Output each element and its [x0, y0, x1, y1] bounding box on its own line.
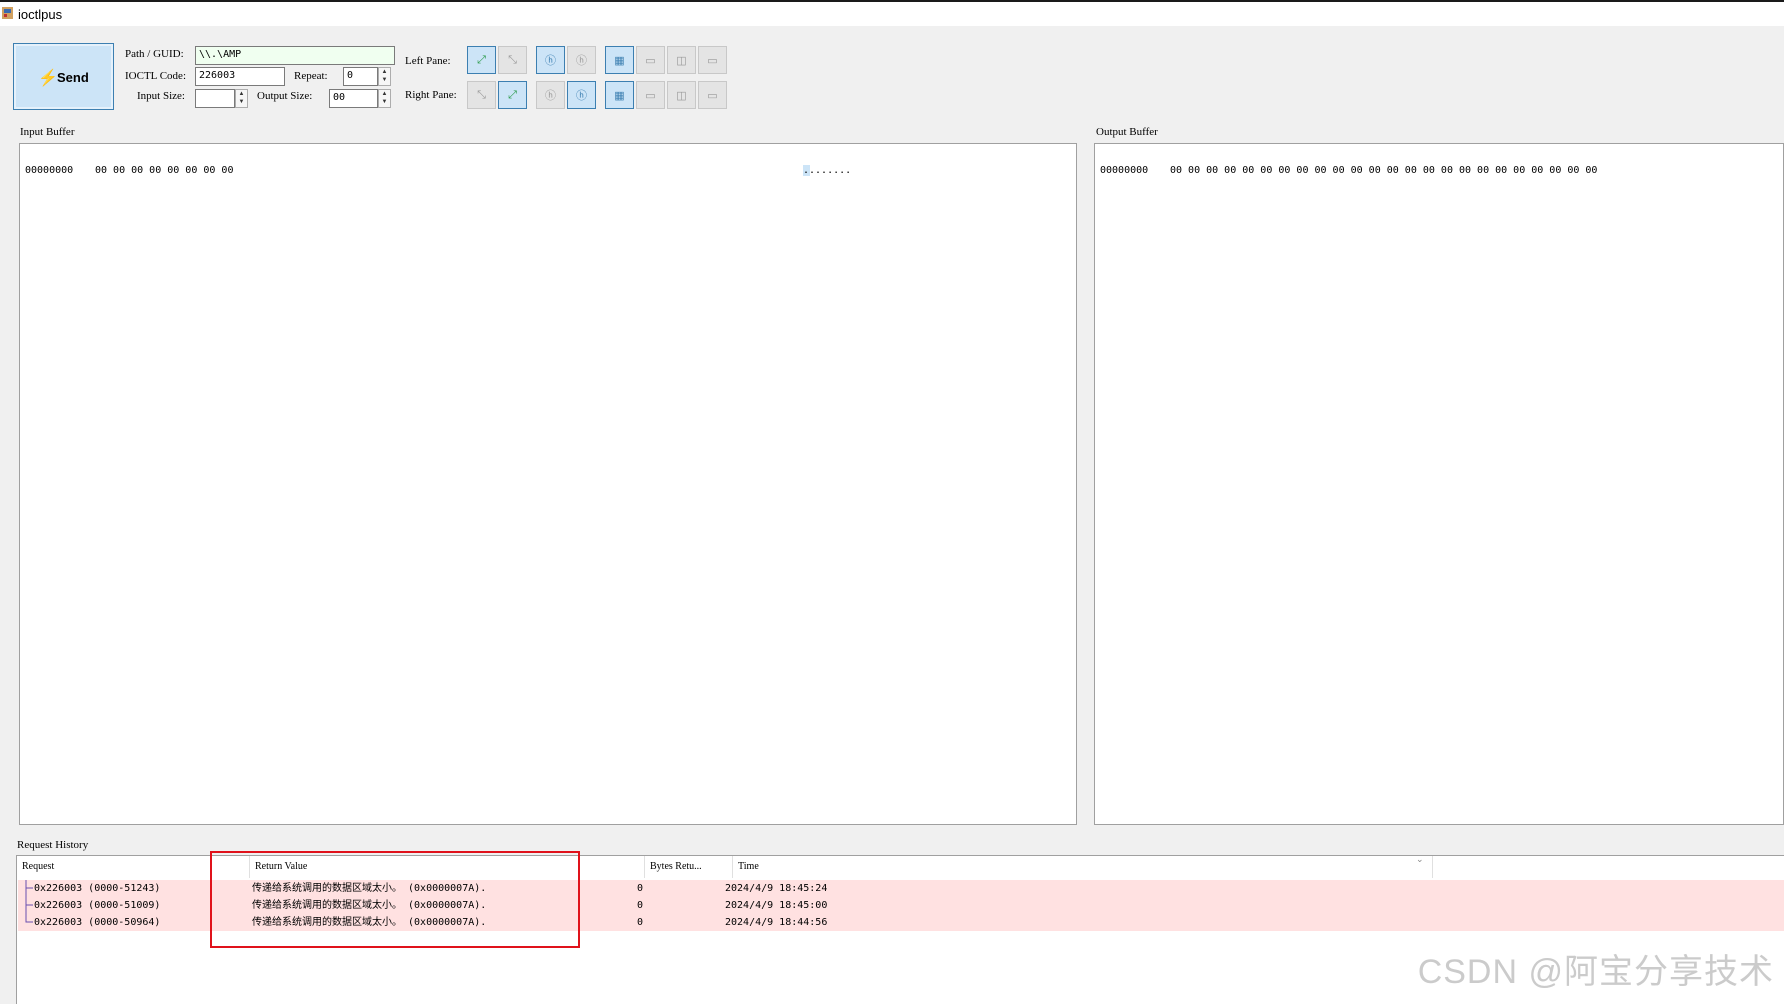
comment-icon: ▭: [707, 89, 718, 102]
time-cell: 2024/4/9 18:45:00: [725, 900, 828, 911]
spin-up-icon[interactable]: ▲: [379, 68, 390, 76]
output-hex-bytes[interactable]: 00 00 00 00 00 00 00 00 00 00 00 00 00 0…: [1170, 165, 1597, 176]
column-header-time[interactable]: Time: [733, 856, 1433, 878]
left-pane-layout-grid-button[interactable]: ▦: [605, 46, 634, 74]
left-pane-label: Left Pane:: [405, 55, 451, 67]
left-pane-expand-button[interactable]: ⤢: [467, 46, 496, 74]
output-size-input[interactable]: 00: [329, 89, 378, 108]
send-button[interactable]: ⚡ Send: [13, 43, 114, 110]
grid-layout-icon: ▦: [614, 89, 625, 102]
right-pane-layout-split-button[interactable]: ◫: [667, 81, 696, 109]
watermark-text: CSDN @阿宝分享技术: [1417, 953, 1774, 991]
split-layout-icon: ◫: [676, 54, 687, 67]
single-layout-icon: ▭: [645, 89, 656, 102]
expand-arrows-icon: ⤢: [508, 88, 517, 101]
window-title: ioctlpus: [18, 7, 63, 22]
chevron-down-icon[interactable]: ⌄: [1416, 854, 1424, 865]
hex-mode-icon: ⓗ: [545, 55, 556, 67]
request-cell: 0x226003 (0000-50964): [34, 917, 161, 928]
spin-down-icon[interactable]: ▼: [379, 76, 390, 84]
input-buffer-pane[interactable]: 00000000 00 00 00 00 00 00 00 00 .......…: [19, 143, 1077, 825]
path-label: Path / GUID:: [125, 48, 184, 60]
split-layout-icon: ◫: [676, 89, 687, 102]
spin-down-icon[interactable]: ▼: [236, 98, 247, 106]
text-mode-icon: ⓗ: [576, 55, 587, 67]
repeat-spinner[interactable]: ▲ ▼: [378, 67, 391, 86]
right-pane-layout-grid-button[interactable]: ▦: [605, 81, 634, 109]
column-header-bytes-returned[interactable]: Bytes Retu...: [645, 856, 733, 878]
left-pane-comment-button[interactable]: ▭: [698, 46, 727, 74]
left-pane-text-button[interactable]: ⓗ: [567, 46, 596, 74]
output-size-label: Output Size:: [257, 90, 313, 102]
time-cell: 2024/4/9 18:44:56: [725, 917, 828, 928]
hex-mode-icon: ⓗ: [576, 90, 587, 102]
spin-up-icon[interactable]: ▲: [236, 90, 247, 98]
input-offset: 00000000: [25, 165, 74, 176]
left-pane-collapse-button[interactable]: ⤡: [498, 46, 527, 74]
lightning-icon: ⚡: [38, 70, 58, 87]
bytes-cell: 0: [637, 917, 644, 928]
input-hex-bytes[interactable]: 00 00 00 00 00 00 00 00: [95, 165, 233, 176]
right-pane-collapse-button[interactable]: ⤡: [467, 81, 496, 109]
app-icon: [2, 7, 13, 19]
right-pane-label: Right Pane:: [405, 89, 457, 101]
collapse-arrows-icon: ⤡: [508, 53, 517, 66]
comment-icon: ▭: [707, 54, 718, 67]
right-pane-hex-button[interactable]: ⓗ: [567, 81, 596, 109]
input-size-spinner[interactable]: ▲ ▼: [235, 89, 248, 108]
left-pane-layout-split-button[interactable]: ◫: [667, 46, 696, 74]
time-cell: 2024/4/9 18:45:24: [725, 883, 828, 894]
input-buffer-label: Input Buffer: [20, 126, 75, 138]
request-cell: 0x226003 (0000-51009): [34, 900, 161, 911]
single-layout-icon: ▭: [645, 54, 656, 67]
collapse-arrows-icon: ⤡: [477, 88, 486, 101]
bytes-cell: 0: [637, 883, 644, 894]
left-pane-hex-button[interactable]: ⓗ: [536, 46, 565, 74]
spin-down-icon[interactable]: ▼: [379, 98, 390, 106]
right-pane-text-button[interactable]: ⓗ: [536, 81, 565, 109]
input-ascii[interactable]: ........: [803, 165, 852, 176]
repeat-label: Repeat:: [294, 70, 328, 82]
input-size-input[interactable]: [195, 89, 235, 108]
right-pane-comment-button[interactable]: ▭: [698, 81, 727, 109]
input-size-label: Input Size:: [137, 90, 185, 102]
expand-arrows-icon: ⤢: [477, 53, 486, 66]
output-offset: 00000000: [1100, 165, 1149, 176]
bytes-cell: 0: [637, 900, 644, 911]
title-bar: ioctlpus: [0, 0, 1784, 26]
text-mode-icon: ⓗ: [545, 90, 556, 102]
right-pane-layout-single-button[interactable]: ▭: [636, 81, 665, 109]
tree-connector-icon: [25, 897, 33, 914]
request-history-label: Request History: [17, 839, 89, 851]
output-buffer-label: Output Buffer: [1096, 126, 1158, 138]
output-buffer-pane[interactable]: 00000000 00 00 00 00 00 00 00 00 00 00 0…: [1094, 143, 1784, 825]
output-size-spinner[interactable]: ▲ ▼: [378, 89, 391, 108]
ioctl-code-label: IOCTL Code:: [125, 70, 186, 82]
request-cell: 0x226003 (0000-51243): [34, 883, 161, 894]
annotation-highlight-box: [210, 851, 580, 948]
path-input[interactable]: \\.\AMP: [195, 46, 395, 65]
repeat-input[interactable]: 0: [343, 67, 378, 86]
spin-up-icon[interactable]: ▲: [379, 90, 390, 98]
tree-connector-icon: [25, 880, 33, 897]
tree-connector-icon: [25, 914, 33, 923]
right-pane-expand-button[interactable]: ⤢: [498, 81, 527, 109]
send-button-label: Send: [57, 70, 89, 85]
left-pane-layout-single-button[interactable]: ▭: [636, 46, 665, 74]
ioctl-code-input[interactable]: 226003: [195, 67, 285, 86]
grid-layout-icon: ▦: [614, 54, 625, 67]
